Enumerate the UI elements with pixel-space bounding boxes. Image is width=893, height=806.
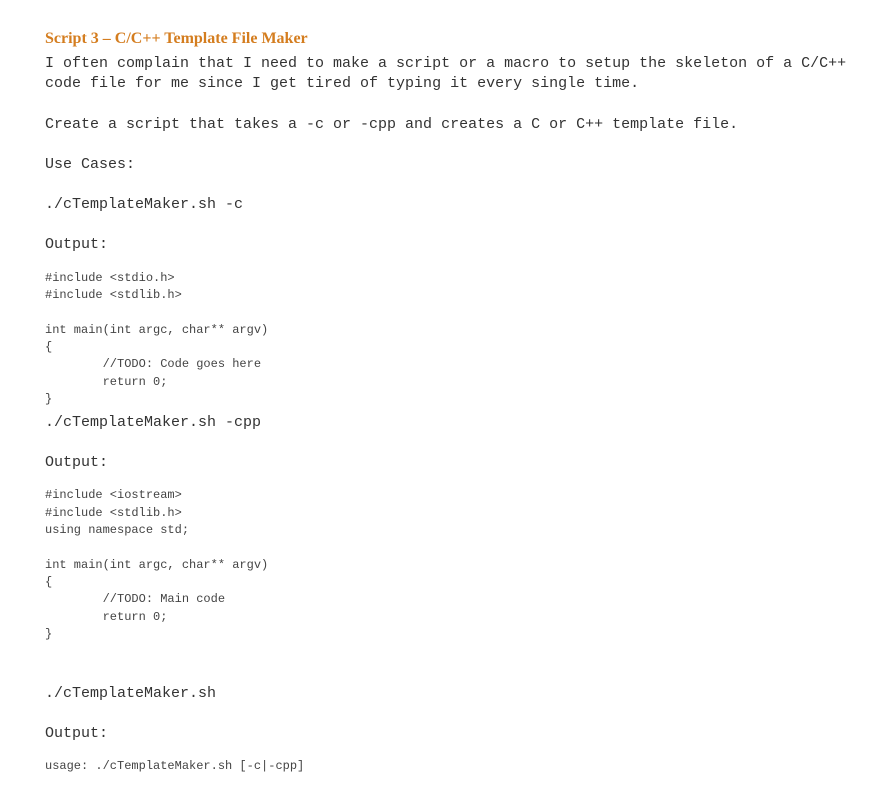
example2-command: ./cTemplateMaker.sh -cpp [45, 413, 848, 433]
use-cases-label: Use Cases: [45, 155, 848, 175]
example2-code: #include <iostream> #include <stdlib.h> … [45, 487, 848, 644]
spacer [45, 648, 848, 684]
example2-output-label: Output: [45, 453, 848, 473]
example3-output-label: Output: [45, 724, 848, 744]
example3-command: ./cTemplateMaker.sh [45, 684, 848, 704]
intro-paragraph: I often complain that I need to make a s… [45, 54, 848, 95]
section-heading: Script 3 – C/C++ Template File Maker [45, 30, 848, 48]
task-paragraph: Create a script that takes a -c or -cpp … [45, 115, 848, 135]
example3-code: usage: ./cTemplateMaker.sh [-c|-cpp] [45, 758, 848, 775]
example1-code: #include <stdio.h> #include <stdlib.h> i… [45, 270, 848, 409]
example1-output-label: Output: [45, 235, 848, 255]
example1-command: ./cTemplateMaker.sh -c [45, 195, 848, 215]
